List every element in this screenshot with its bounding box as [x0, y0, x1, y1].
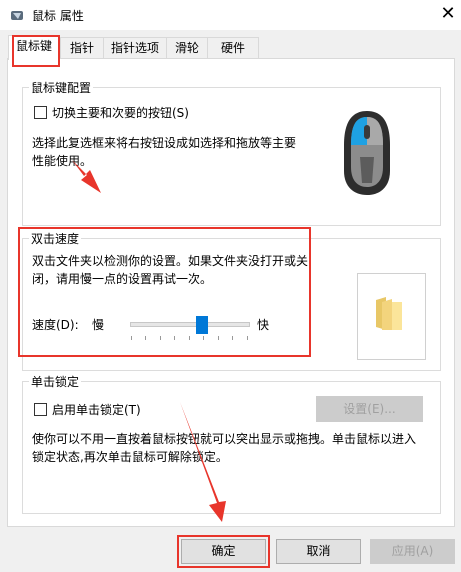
- arrow-down-icon: [72, 160, 101, 193]
- arrow-down-icon: [180, 402, 226, 522]
- annotation-box-tab: [12, 35, 60, 67]
- annotation-arrows: [72, 160, 226, 522]
